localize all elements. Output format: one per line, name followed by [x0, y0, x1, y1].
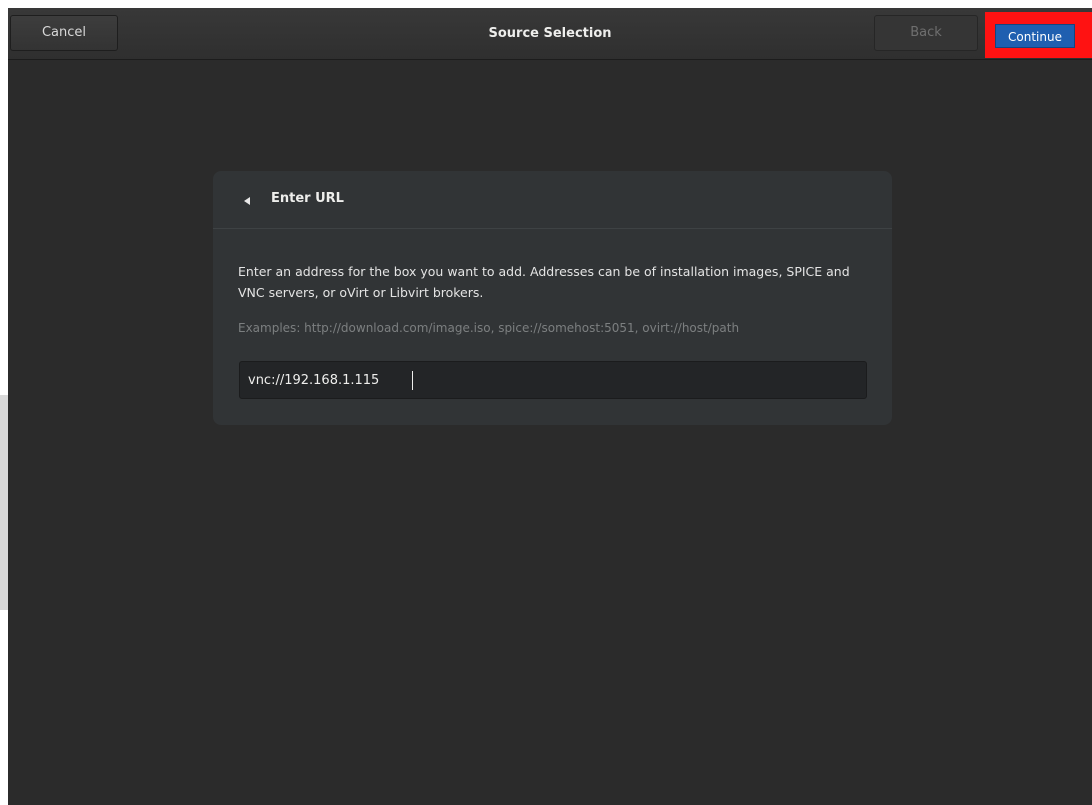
continue-button[interactable]: Continue [995, 24, 1075, 48]
description-text: Enter an address for the box you want to… [238, 264, 850, 300]
text-cursor [412, 371, 413, 390]
url-input[interactable] [239, 361, 867, 399]
window-edge [0, 395, 8, 610]
header-bar: Cancel Source Selection Back Continue [8, 8, 1092, 60]
examples-text: Examples: http://download.com/image.iso,… [238, 321, 740, 335]
enter-url-card: Enter URL Enter an address for the box y… [213, 171, 892, 425]
back-arrow-icon[interactable] [244, 197, 250, 205]
card-header[interactable]: Enter URL [213, 171, 892, 229]
back-button[interactable]: Back [874, 15, 978, 51]
app-window: Cancel Source Selection Back Continue En… [8, 8, 1092, 805]
cancel-button[interactable]: Cancel [10, 15, 118, 51]
continue-highlight: Continue [985, 12, 1092, 58]
card-title: Enter URL [271, 191, 344, 206]
